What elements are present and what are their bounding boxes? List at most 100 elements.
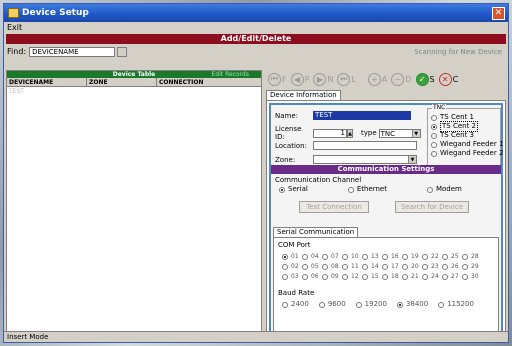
first-button[interactable]: ⏮ F [268, 72, 289, 87]
search-device-button[interactable]: Search for Device [395, 201, 469, 213]
next-button[interactable]: ▶ N [313, 72, 335, 87]
col-zone[interactable]: ZONE [87, 78, 157, 86]
cancel-label: C [452, 74, 459, 84]
com-port-07[interactable]: 07 [322, 252, 342, 261]
save-label: S [429, 74, 435, 84]
tab-serial-communication[interactable]: Serial Communication [273, 227, 359, 237]
com-port-27[interactable]: 27 [442, 272, 462, 281]
tab-device-information[interactable]: Device Information [266, 90, 341, 100]
col-connection[interactable]: CONNECTION [157, 78, 261, 86]
add-button[interactable]: + A [367, 72, 389, 87]
radio-icon [438, 301, 445, 308]
radio-icon [462, 253, 468, 260]
com-port-21-label: 21 [411, 273, 419, 280]
close-button[interactable]: ✕ [492, 6, 505, 20]
window-title: Device Setup [22, 8, 89, 18]
com-port-04[interactable]: 04 [302, 252, 322, 261]
tnc-option-3[interactable]: TS Cent 3 [431, 131, 503, 140]
com-port-03[interactable]: 03 [282, 272, 302, 281]
com-port-30-label: 30 [471, 273, 479, 280]
next-icon: ▶ [313, 72, 327, 86]
prev-icon: ◀ [290, 72, 304, 86]
com-port-14[interactable]: 14 [362, 262, 382, 271]
com-port-05[interactable]: 05 [302, 262, 322, 271]
cancel-icon: ✕ [438, 72, 452, 86]
com-port-09[interactable]: 09 [322, 272, 342, 281]
com-port-24[interactable]: 24 [422, 272, 442, 281]
type-select[interactable]: TNC ▼ [378, 128, 421, 138]
tnc-option-5[interactable]: Wiegand Feeder 2 [431, 149, 503, 158]
radio-selected-icon [431, 123, 437, 130]
com-port-17-label: 17 [391, 263, 399, 270]
device-table-heading: Device Table [112, 71, 156, 78]
radio-icon [462, 263, 468, 270]
channel-modem[interactable]: Modem [426, 185, 462, 194]
com-port-01[interactable]: 01 [282, 252, 302, 261]
com-port-08[interactable]: 08 [322, 262, 342, 271]
first-icon: ⏮ [268, 72, 281, 86]
baud-2400[interactable]: 2400 [282, 300, 309, 309]
com-port-19[interactable]: 19 [402, 252, 422, 261]
last-label: L [351, 74, 356, 84]
baud-115200[interactable]: 115200 [438, 300, 474, 309]
cancel-button[interactable]: ✕ C [438, 72, 461, 87]
com-port-22[interactable]: 22 [422, 252, 442, 261]
delete-button[interactable]: − D [391, 72, 413, 87]
zone-select[interactable]: ▼ [313, 155, 417, 164]
table-row[interactable]: TEST [7, 87, 261, 96]
device-table-pane: Device Table Edit Records DEVICENAME ZON… [6, 70, 262, 342]
save-button[interactable]: ✓ S [415, 72, 437, 87]
find-button[interactable] [117, 46, 128, 57]
col-devicename[interactable]: DEVICENAME [7, 78, 87, 86]
baud-19200-label: 19200 [364, 300, 387, 308]
device-info-frame: Name: TEST License ID: ▲ type TNC ▼ Loca… [269, 103, 503, 337]
com-port-25[interactable]: 25 [442, 252, 462, 261]
edit-records-link[interactable]: Edit Records [212, 71, 249, 78]
location-field[interactable] [313, 141, 417, 150]
com-port-20[interactable]: 20 [402, 262, 422, 271]
com-port-04-label: 04 [311, 253, 319, 260]
com-port-11[interactable]: 11 [342, 262, 362, 271]
com-port-15[interactable]: 15 [362, 272, 382, 281]
radio-icon [322, 273, 328, 280]
last-button[interactable]: ⏭ L [337, 72, 357, 87]
com-port-17[interactable]: 17 [382, 262, 402, 271]
radio-icon [342, 273, 348, 280]
license-spinner[interactable]: ▲ [347, 128, 353, 138]
prev-button[interactable]: ◀ P [290, 72, 312, 87]
radio-icon [402, 253, 408, 260]
com-port-30[interactable]: 30 [462, 272, 482, 281]
com-port-23[interactable]: 23 [422, 262, 442, 271]
com-port-13[interactable]: 13 [362, 252, 382, 261]
baud-38400[interactable]: 38400 [396, 300, 428, 309]
com-port-26[interactable]: 26 [442, 262, 462, 271]
tnc-group: TNC TS Cent 1 TS Cent 2 TS Cent 3 Wiegan… [427, 104, 503, 170]
tnc-option-2[interactable]: TS Cent 2 [431, 121, 503, 132]
channel-serial[interactable]: Serial [279, 185, 308, 194]
radio-icon [355, 301, 362, 308]
channel-ethernet[interactable]: Ethernet [347, 185, 387, 194]
com-port-28[interactable]: 28 [462, 252, 482, 261]
tab-strip: Device Information [266, 89, 506, 100]
com-port-16[interactable]: 16 [382, 252, 402, 261]
com-port-12[interactable]: 12 [342, 272, 362, 281]
test-connection-button[interactable]: Test Connection [299, 201, 369, 213]
com-port-21[interactable]: 21 [402, 272, 422, 281]
baud-19200[interactable]: 19200 [355, 300, 387, 309]
baud-115200-label: 115200 [447, 300, 474, 308]
radio-icon [431, 114, 437, 121]
com-port-29[interactable]: 29 [462, 262, 482, 271]
menu-exit[interactable]: Exit [7, 23, 22, 32]
radio-icon [318, 301, 325, 308]
radio-icon [426, 186, 433, 193]
tnc-option-4[interactable]: Wiegand Feeder 1 [431, 140, 503, 149]
com-port-03-label: 03 [291, 273, 299, 280]
find-input[interactable] [29, 46, 116, 57]
license-field[interactable] [313, 128, 347, 138]
com-port-02[interactable]: 02 [282, 262, 302, 271]
com-port-18[interactable]: 18 [382, 272, 402, 281]
com-port-06[interactable]: 06 [302, 272, 322, 281]
com-port-10[interactable]: 10 [342, 252, 362, 261]
name-field[interactable]: TEST [313, 111, 411, 120]
baud-9600[interactable]: 9600 [318, 300, 346, 309]
